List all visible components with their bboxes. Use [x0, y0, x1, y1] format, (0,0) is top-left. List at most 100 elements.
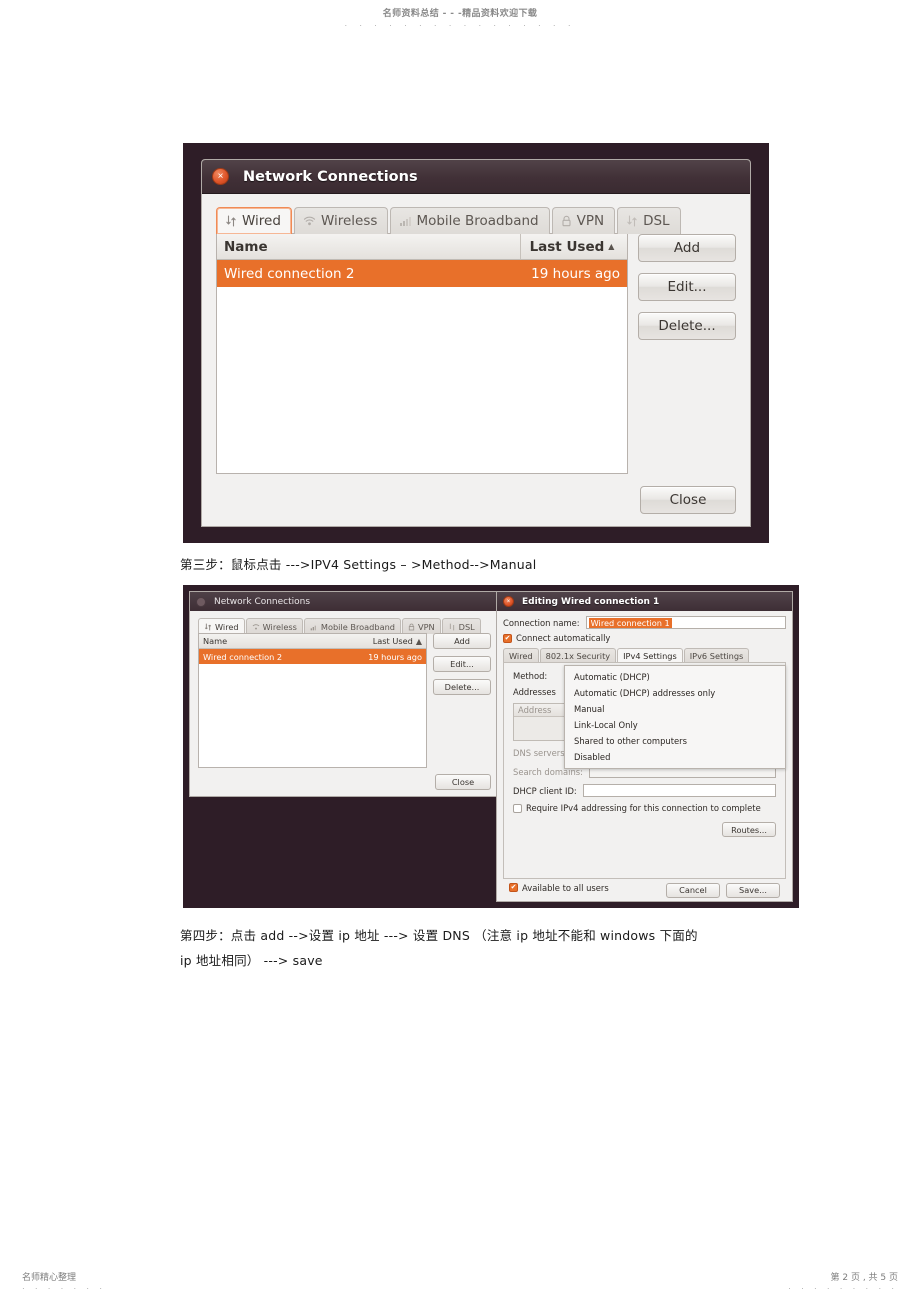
- paragraph-step4-line1: 第四步：点击 add -->设置 ip 地址 ---> 设置 DNS （注意 i…: [180, 928, 698, 943]
- column-header-last-used[interactable]: Last Used ▲: [521, 234, 627, 259]
- wifi-icon: [303, 215, 316, 227]
- delete-button[interactable]: Delete...: [433, 679, 491, 695]
- window-footer: Close: [198, 768, 491, 790]
- tab-ipv4-settings[interactable]: IPv4 Settings: [617, 648, 683, 663]
- connect-automatically-checkbox[interactable]: ✔: [503, 633, 512, 643]
- window-body: Wired Wireless Mobile Broadband VPN DSL: [190, 611, 499, 796]
- paragraph-step4-line2: ip 地址相同） ---> save: [180, 953, 323, 968]
- tab-wireless[interactable]: Wireless: [293, 207, 389, 234]
- tab-label: Mobile Broadband: [320, 621, 395, 632]
- available-to-all-users-row[interactable]: ✔ Available to all users: [509, 883, 609, 893]
- connections-list[interactable]: Name Last Used ▲ Wired connection 2 19 h…: [216, 233, 628, 474]
- routes-row: Routes...: [513, 822, 776, 837]
- method-label: Method:: [513, 671, 548, 681]
- tab-wired[interactable]: Wired: [216, 207, 292, 234]
- save-button[interactable]: Save...: [726, 882, 780, 898]
- menu-item-shared-to-other-computers[interactable]: Shared to other computers: [565, 733, 785, 749]
- window-title: Network Connections: [214, 596, 311, 607]
- tab-ipv6-settings[interactable]: IPv6 Settings: [683, 648, 750, 663]
- connections-list[interactable]: Name Last Used ▲ Wired connection 2 19 h…: [198, 633, 427, 768]
- cancel-button[interactable]: Cancel: [666, 882, 720, 898]
- close-button[interactable]: Close: [640, 486, 736, 514]
- tab-dsl[interactable]: DSL: [441, 618, 481, 634]
- tab-wired-settings[interactable]: Wired: [503, 648, 539, 663]
- tab-bar: Wired Wireless Mobile Broadband VPN DSL: [216, 207, 736, 234]
- table-row[interactable]: Wired connection 2 19 hours ago: [199, 649, 426, 664]
- wired-icon: [225, 215, 237, 227]
- tab-label: DSL: [458, 621, 475, 632]
- column-header-last-used-label: Last Used: [529, 238, 605, 255]
- dhcp-client-id-input[interactable]: [582, 784, 776, 797]
- column-header-name[interactable]: Name: [199, 634, 354, 648]
- close-icon[interactable]: ×: [212, 168, 229, 185]
- tab-bar: Wired Wireless Mobile Broadband VPN DSL: [198, 618, 491, 634]
- window-body: Wired Wireless Mobile Broadband VPN DSL …: [202, 194, 750, 526]
- tab-label: VPN: [417, 621, 435, 632]
- window-titlebar: Network Connections: [190, 592, 499, 611]
- tab-wireless[interactable]: Wireless: [245, 618, 303, 634]
- menu-item-link-local-only[interactable]: Link-Local Only: [565, 717, 785, 733]
- tab-dsl[interactable]: DSL: [617, 207, 681, 234]
- available-to-all-users-checkbox[interactable]: ✔: [509, 883, 518, 892]
- sort-ascending-icon: ▲: [608, 242, 615, 251]
- tab-mobile-broadband[interactable]: Mobile Broadband: [303, 618, 401, 634]
- settings-tab-bar: Wired 802.1x Security IPv4 Settings IPv6…: [503, 648, 786, 663]
- editing-connection-dialog: × Editing Wired connection 1 Connection …: [496, 591, 793, 902]
- add-button[interactable]: Add: [433, 633, 491, 649]
- tab-wired[interactable]: Wired: [198, 618, 245, 634]
- menu-item-automatic-dhcp-addresses-only[interactable]: Automatic (DHCP) addresses only: [565, 685, 785, 701]
- routes-button[interactable]: Routes...: [722, 822, 776, 837]
- method-dropdown-menu[interactable]: Automatic (DHCP) Automatic (DHCP) addres…: [564, 665, 786, 769]
- add-button[interactable]: Add: [638, 234, 736, 262]
- close-button[interactable]: Close: [435, 774, 491, 790]
- edit-button[interactable]: Edit...: [638, 273, 736, 301]
- menu-item-automatic-dhcp[interactable]: Automatic (DHCP): [565, 669, 785, 685]
- screenshot-editing-wired-connection: Network Connections Wired Wireless Mobil…: [183, 585, 799, 908]
- tab-8021x-security[interactable]: 802.1x Security: [539, 648, 617, 663]
- close-icon[interactable]: [196, 596, 206, 607]
- dialog-titlebar: × Editing Wired connection 1: [497, 592, 792, 611]
- page-number-text: 第 2 页 , 共 5 页: [830, 1273, 898, 1283]
- tab-label: VPN: [576, 213, 605, 229]
- tab-mobile-broadband[interactable]: Mobile Broadband: [390, 207, 550, 234]
- connection-name-input[interactable]: Wired connection 1: [585, 616, 786, 629]
- require-ipv4-checkbox[interactable]: [513, 803, 522, 813]
- address-column-header-label: Address: [518, 705, 552, 715]
- connection-name-value: Wired connection 1: [588, 617, 672, 628]
- wired-icon: [626, 215, 638, 227]
- row-name: Wired connection 2: [203, 651, 283, 662]
- menu-item-manual[interactable]: Manual: [565, 701, 785, 717]
- tab-vpn[interactable]: VPN: [401, 618, 441, 634]
- network-connections-window-small: Network Connections Wired Wireless Mobil…: [189, 591, 500, 797]
- delete-button[interactable]: Delete...: [638, 312, 736, 340]
- connect-automatically-row[interactable]: ✔ Connect automatically: [503, 633, 786, 643]
- connect-automatically-label: Connect automatically: [516, 633, 611, 643]
- signal-bars-icon: [399, 215, 412, 227]
- signal-bars-icon: [310, 623, 318, 631]
- ipv4-settings-panel: Method: Addresses Address DNS servers: S…: [503, 662, 786, 879]
- edit-button[interactable]: Edit...: [433, 656, 491, 672]
- column-header-last-used[interactable]: Last Used ▲: [354, 634, 426, 648]
- lock-icon: [408, 623, 415, 631]
- dns-servers-label: DNS servers:: [513, 747, 568, 758]
- require-ipv4-row[interactable]: Require IPv4 addressing for this connect…: [513, 803, 776, 813]
- paragraph-step4: 第四步：点击 add -->设置 ip 地址 ---> 设置 DNS （注意 i…: [180, 923, 800, 973]
- list-empty-space: [199, 664, 426, 767]
- tab-label: Wired: [215, 621, 239, 632]
- menu-item-disabled[interactable]: Disabled: [565, 749, 785, 765]
- list-header: Name Last Used ▲: [217, 234, 627, 260]
- close-icon[interactable]: ×: [503, 596, 514, 607]
- tab-vpn[interactable]: VPN: [551, 207, 616, 234]
- screenshot-network-connections: × Network Connections Wired Wireless Mob…: [183, 143, 769, 543]
- row-last-used: 19 hours ago: [368, 651, 422, 662]
- table-row[interactable]: Wired connection 2 19 hours ago: [217, 260, 627, 287]
- document-header-watermark: 名师资料总结 - - -精品资料欢迎下载 · · · · · · · · · ·…: [0, 6, 920, 30]
- tab-label: Wireless: [262, 621, 297, 632]
- addresses-label: Addresses: [513, 687, 556, 697]
- footer-watermark-text: 名师精心整理: [22, 1273, 77, 1283]
- column-header-name[interactable]: Name: [217, 234, 521, 259]
- action-button-column: Add Edit... Delete...: [433, 633, 491, 768]
- list-empty-space: [217, 287, 627, 473]
- connections-area: Name Last Used ▲ Wired connection 2 19 h…: [198, 633, 491, 768]
- column-header-last-used-label: Last Used: [372, 636, 413, 646]
